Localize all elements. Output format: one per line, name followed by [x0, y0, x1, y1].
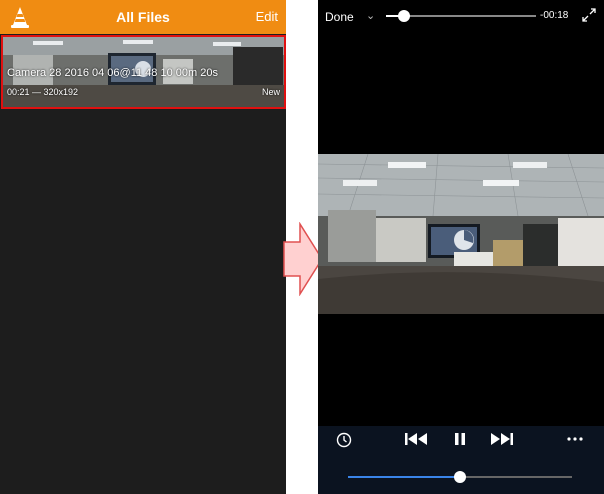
edit-button[interactable]: Edit — [256, 9, 278, 24]
time-remaining: -00:18 — [540, 10, 569, 21]
new-badge: New — [261, 87, 280, 97]
chevron-down-icon[interactable]: ⌄ — [366, 9, 375, 22]
volume-slider[interactable] — [348, 471, 572, 483]
player-top-bar: Done ⌄ -00:18 — [318, 0, 604, 32]
fullscreen-icon[interactable] — [582, 8, 596, 22]
pause-icon[interactable] — [452, 430, 468, 448]
volume-thumb[interactable] — [454, 471, 466, 483]
volume-level — [348, 476, 460, 478]
file-list-item[interactable]: Camera 28 2016 04 06@11 48 10 00m 20s 00… — [1, 35, 286, 109]
playback-controls — [318, 426, 604, 494]
done-button[interactable]: Done — [325, 10, 354, 24]
file-name: Camera 28 2016 04 06@11 48 10 00m 20s — [7, 67, 218, 79]
skip-forward-icon[interactable] — [488, 430, 514, 448]
video-frame[interactable] — [318, 154, 604, 314]
seek-thumb[interactable] — [398, 10, 410, 22]
file-duration-resolution: 00:21 — 320x192 — [7, 87, 79, 97]
page-title: All Files — [116, 9, 170, 25]
player-screen: Done ⌄ -00:18 — [318, 0, 604, 494]
seek-slider[interactable] — [386, 10, 536, 22]
library-header: All Files Edit — [0, 0, 286, 34]
clock-icon[interactable] — [336, 432, 352, 448]
more-options-icon[interactable] — [566, 430, 584, 448]
skip-back-icon[interactable] — [404, 430, 430, 448]
library-screen: All Files Edit Camera 28 2016 04 06@11 4… — [0, 0, 286, 494]
